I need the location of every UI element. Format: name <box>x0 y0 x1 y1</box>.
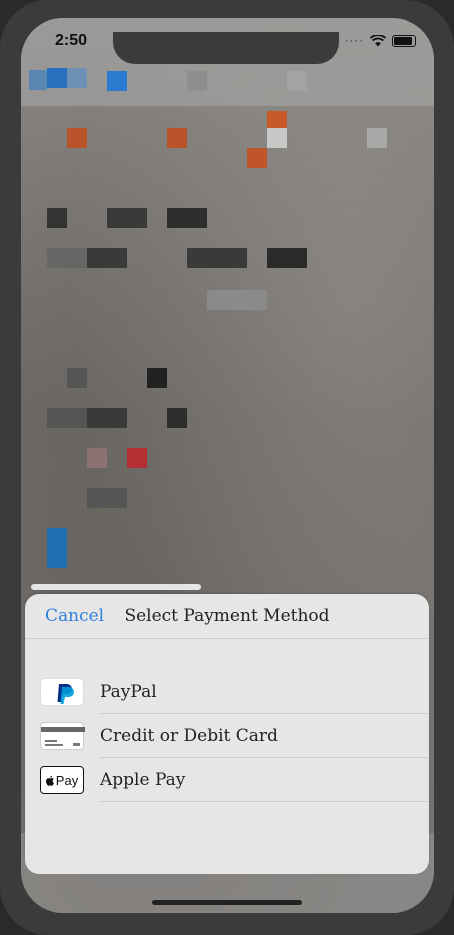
pixel-block <box>67 128 87 148</box>
pixelated-icon <box>47 68 67 88</box>
notch <box>113 32 339 64</box>
pixelated-icon <box>107 71 127 91</box>
payment-method-sheet: Cancel Select Payment Method PayPal Cred… <box>25 594 429 874</box>
pixel-block <box>87 448 107 468</box>
pixel-block <box>367 128 387 148</box>
device-frame: 2:50 ···· Cancel Select Payment Method P… <box>0 0 454 935</box>
sheet-title: Select Payment Method <box>124 606 330 626</box>
pixel-block <box>127 448 147 468</box>
pixel-block <box>267 128 287 148</box>
pixelated-icon <box>29 70 47 90</box>
pixel-block <box>47 408 87 428</box>
wifi-icon <box>370 35 386 47</box>
pixel-block <box>31 584 201 590</box>
payment-option-apple-pay[interactable]: Pay Apple Pay <box>25 758 429 802</box>
pixel-block <box>247 148 267 168</box>
paypal-icon <box>40 678 84 706</box>
sheet-header: Cancel Select Payment Method <box>25 594 429 639</box>
pixel-block <box>207 290 267 310</box>
apple-logo-icon <box>45 775 54 786</box>
pixel-block <box>167 408 187 428</box>
signal-icon: ···· <box>344 34 364 48</box>
pixel-block <box>47 208 67 228</box>
pixel-block <box>267 248 307 268</box>
pixel-block <box>167 128 187 148</box>
status-time: 2:50 <box>55 32 88 49</box>
pixel-block <box>47 248 87 268</box>
pixel-block <box>87 248 127 268</box>
pixel-block <box>87 488 127 508</box>
pixel-block <box>87 408 127 428</box>
pixel-block <box>167 208 207 228</box>
home-indicator <box>152 900 302 905</box>
pixelated-icon <box>67 68 87 88</box>
payment-option-label: Apple Pay <box>100 770 186 790</box>
battery-icon <box>392 35 416 47</box>
status-icons: ···· <box>345 34 416 48</box>
divider <box>100 801 429 802</box>
payment-option-card[interactable]: Credit or Debit Card <box>25 714 429 758</box>
pixel-block <box>147 368 167 388</box>
pixelated-icon <box>187 71 207 91</box>
pixel-block <box>187 248 247 268</box>
payment-options-list: PayPal Credit or Debit Card Pay Apple Pa… <box>25 670 429 802</box>
apple-pay-badge-text: Pay <box>55 772 79 788</box>
pixel-block <box>107 208 147 228</box>
pixel-block <box>47 528 67 568</box>
screen: 2:50 ···· Cancel Select Payment Method P… <box>21 18 434 913</box>
credit-card-icon <box>40 722 85 750</box>
payment-option-label: PayPal <box>100 682 157 702</box>
pixel-block <box>67 368 87 388</box>
pixelated-icon <box>287 71 307 91</box>
status-bar: 2:50 ···· <box>21 32 434 64</box>
payment-option-paypal[interactable]: PayPal <box>25 670 429 714</box>
payment-option-label: Credit or Debit Card <box>100 726 278 746</box>
apple-pay-icon: Pay <box>40 766 84 794</box>
